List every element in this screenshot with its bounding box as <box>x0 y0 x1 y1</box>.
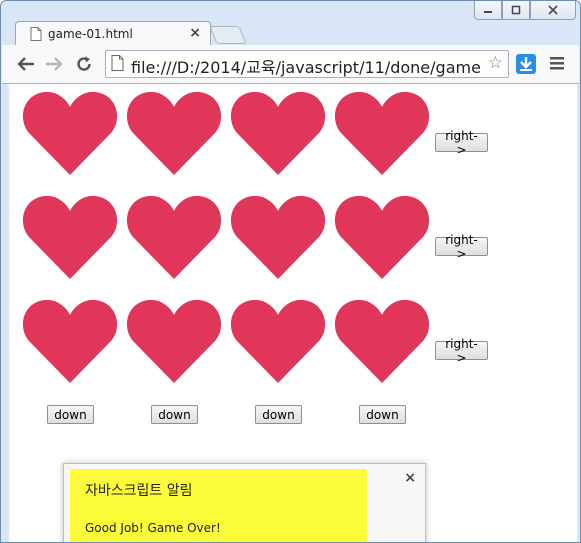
forward-arrow-icon <box>46 57 63 71</box>
alert-message: Good Job! Game Over! <box>85 521 221 535</box>
down-button[interactable]: down <box>255 405 302 424</box>
bookmark-star-icon[interactable]: ☆ <box>488 53 503 73</box>
tab-close-icon[interactable]: × <box>189 25 201 41</box>
heart-icon <box>23 195 117 279</box>
heart-icon <box>231 299 325 383</box>
browser-tab[interactable]: game-01.html × <box>15 21 211 47</box>
document-icon <box>30 27 42 41</box>
back-arrow-icon <box>17 57 34 71</box>
heart-icon <box>127 195 221 279</box>
new-tab-button[interactable] <box>209 26 247 44</box>
close-icon <box>548 5 558 15</box>
right-button[interactable]: right-> <box>435 233 488 261</box>
down-button[interactable]: down <box>359 405 406 424</box>
down-button[interactable]: down <box>47 405 94 424</box>
right-button[interactable]: right-> <box>435 129 488 157</box>
browser-window: game-01.html × file:///D:/2014/교육/javasc… <box>0 0 581 543</box>
download-icon[interactable] <box>516 54 536 74</box>
heart-icon <box>127 91 221 175</box>
maximize-button[interactable] <box>502 1 530 20</box>
minimize-icon <box>484 11 492 13</box>
heart-icon <box>23 91 117 175</box>
page-icon <box>111 55 124 71</box>
heart-icon <box>231 195 325 279</box>
right-button[interactable]: right-> <box>435 337 488 365</box>
close-window-button[interactable] <box>530 1 576 20</box>
heart-icon <box>23 299 117 383</box>
alert-title: 자바스크립트 알림 <box>85 483 193 499</box>
heart-icon <box>335 195 429 279</box>
back-button[interactable] <box>16 54 36 74</box>
heart-icon <box>127 299 221 383</box>
minimize-button[interactable] <box>474 1 502 20</box>
restore-icon <box>511 5 521 15</box>
reload-button[interactable] <box>74 54 94 74</box>
heart-icon <box>231 91 325 175</box>
menu-icon[interactable] <box>550 56 564 70</box>
reload-icon <box>77 56 91 71</box>
tab-title: game-01.html <box>48 27 133 41</box>
alert-close-icon[interactable]: × <box>404 470 416 486</box>
down-button[interactable]: down <box>151 405 198 424</box>
url-text[interactable]: file:///D:/2014/교육/javascript/11/done/ga… <box>131 54 481 77</box>
address-bar[interactable]: file:///D:/2014/교육/javascript/11/done/ga… <box>105 50 509 78</box>
javascript-alert-dialog: 자바스크립트 알림 Good Job! Game Over! × <box>63 463 426 542</box>
forward-button[interactable] <box>44 54 64 74</box>
browser-toolbar: file:///D:/2014/교육/javascript/11/done/ga… <box>2 45 579 84</box>
window-controls <box>474 1 576 20</box>
heart-icon <box>335 299 429 383</box>
heart-icon <box>335 91 429 175</box>
